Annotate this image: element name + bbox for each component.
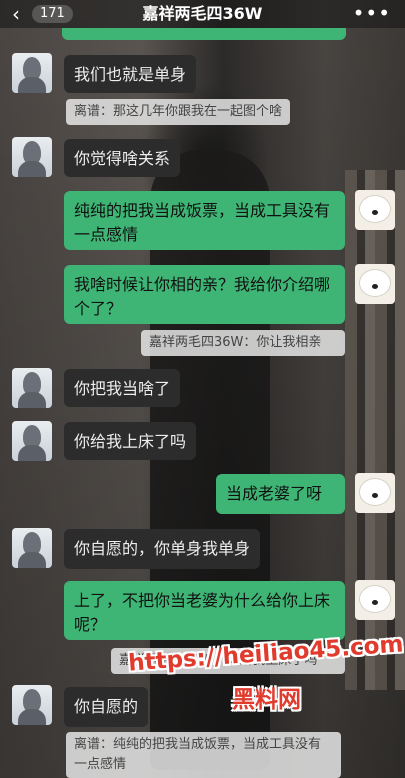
chat-bubble-right[interactable]: 我啥时候让你相的亲？我给你介绍哪个了？ <box>64 265 345 324</box>
chat-title: 嘉祥两毛四36W <box>142 4 263 23</box>
self-avatar[interactable] <box>355 473 395 513</box>
contact-avatar[interactable] <box>12 685 52 725</box>
chat-bubble-left[interactable]: 我们也就是单身 <box>64 55 197 93</box>
quoted-message[interactable]: 离谱：纯纯的把我当成饭票，当成工具没有一点感情 <box>66 732 341 778</box>
chat-bubble-left[interactable]: 你给我上床了吗 <box>64 422 197 460</box>
self-avatar[interactable] <box>355 190 395 230</box>
quoted-message[interactable]: 离谱：那这几年你跟我在一起图个啥 <box>66 99 291 125</box>
chat-bubble-left[interactable]: 你把我当啥了 <box>64 369 181 407</box>
watermark-name: 黑料网 <box>232 687 301 713</box>
chat-header: ‹ 171 嘉祥两毛四36W ••• <box>0 0 405 28</box>
chat-bubble-right[interactable]: 当成老婆了呀 <box>216 474 345 514</box>
contact-avatar[interactable] <box>12 368 52 408</box>
chat-bubble-left[interactable]: 你自愿的，你单身我单身 <box>64 529 261 569</box>
chat-bubble-left[interactable]: 你自愿的 <box>64 687 149 727</box>
contact-avatar[interactable] <box>12 421 52 461</box>
contact-avatar[interactable] <box>12 53 52 93</box>
self-avatar[interactable] <box>355 580 395 620</box>
chat-bubble-left[interactable]: 你觉得啥关系 <box>64 139 181 177</box>
self-avatar[interactable] <box>355 264 395 304</box>
contact-avatar[interactable] <box>12 137 52 177</box>
contact-avatar[interactable] <box>12 528 52 568</box>
quoted-message[interactable]: 嘉祥两毛四36W：你让我相亲 <box>141 330 345 356</box>
top-cropped-bubble <box>62 28 346 40</box>
chat-bubble-right[interactable]: 纯纯的把我当成饭票，当成工具没有一点感情 <box>64 191 345 250</box>
chat-bubble-right[interactable]: 上了，不把你当老婆为什么给你上床呢？ <box>64 581 345 640</box>
more-dots-icon[interactable]: ••• <box>353 1 391 25</box>
